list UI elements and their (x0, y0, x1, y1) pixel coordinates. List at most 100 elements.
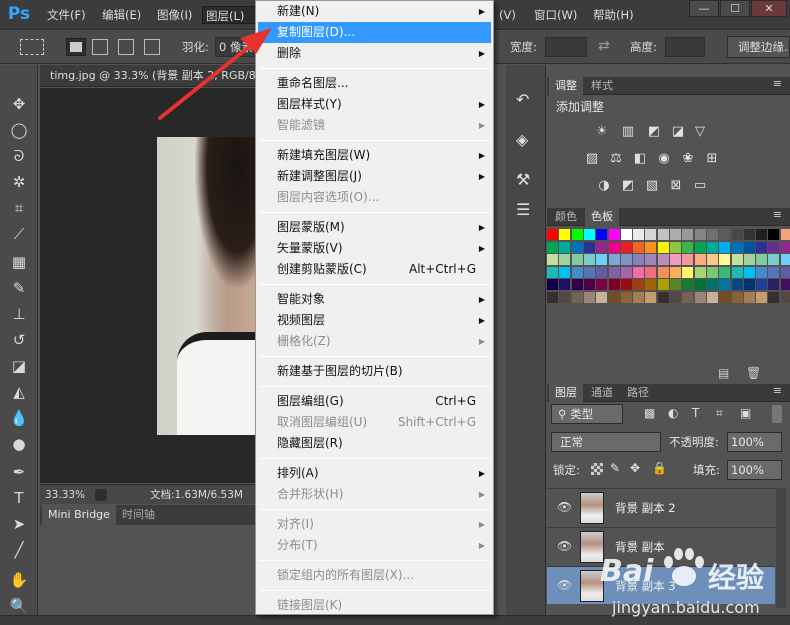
lock-transparent-icon[interactable] (591, 463, 603, 475)
tab-paths[interactable]: 路径 (621, 384, 655, 402)
posterize-icon[interactable]: ◩ (620, 178, 636, 194)
swatch[interactable] (682, 241, 694, 253)
swatch[interactable] (706, 266, 718, 278)
swatch[interactable] (583, 229, 595, 240)
swatch[interactable] (731, 279, 743, 290)
swatch[interactable] (559, 291, 571, 303)
fill-input[interactable]: 100% (727, 460, 782, 480)
tab-channels[interactable]: 通道 (585, 384, 619, 402)
swatch[interactable] (694, 266, 706, 278)
swatch[interactable] (719, 291, 731, 303)
swatch[interactable] (571, 266, 583, 278)
swatch[interactable] (719, 279, 731, 290)
swatch[interactable] (706, 291, 718, 303)
swatch[interactable] (670, 241, 681, 253)
delete-swatch-icon[interactable]: 🗑 (746, 366, 761, 380)
layers-menu-icon[interactable]: ≡ (773, 384, 782, 397)
swatch[interactable] (657, 229, 669, 240)
swatch[interactable] (780, 241, 790, 253)
swatch[interactable] (547, 241, 558, 253)
swatch[interactable] (743, 279, 755, 290)
vibrance-icon[interactable]: ▨ (584, 151, 600, 167)
refine-edge-button[interactable]: 调整边缘... (727, 36, 790, 58)
swatch[interactable] (694, 241, 706, 253)
menu-item[interactable]: 创建剪贴蒙版(C) Alt+Ctrl+G (258, 259, 491, 280)
swap-icon[interactable]: ⇄ (598, 38, 610, 54)
menu-item[interactable]: 重命名图层... (258, 73, 491, 94)
swatch[interactable] (780, 254, 790, 265)
swatch[interactable] (645, 279, 657, 290)
swatch[interactable] (706, 254, 718, 265)
menu-item[interactable]: 智能对象 ▶ (258, 289, 491, 310)
swatch[interactable] (633, 229, 645, 240)
swatch[interactable] (633, 291, 645, 303)
lock-all-icon[interactable]: 🔒 (652, 461, 667, 475)
swatch[interactable] (731, 291, 743, 303)
swatch[interactable] (571, 279, 583, 290)
swatch[interactable] (583, 266, 595, 278)
swatch[interactable] (596, 291, 608, 303)
visibility-eye-icon[interactable]: 👁 (557, 578, 572, 592)
menu-image[interactable]: 图像(I) (154, 6, 195, 24)
swatch[interactable] (633, 241, 645, 253)
lasso-icon[interactable]: ᘐ (8, 145, 30, 167)
lock-position-icon[interactable]: ✥ (630, 461, 640, 475)
status-info-icon[interactable] (95, 489, 107, 501)
filter-pixel-icon[interactable]: ▩ (644, 406, 655, 420)
swatch[interactable] (645, 254, 657, 265)
swatch[interactable] (731, 254, 743, 265)
maximize-button[interactable]: ☐ (720, 0, 750, 17)
new-swatch-icon[interactable]: ▤ (718, 366, 729, 380)
tab-adjustments[interactable]: 调整 (549, 77, 583, 95)
swatch[interactable] (657, 266, 669, 278)
pen-icon[interactable]: ✒ (8, 461, 30, 483)
panel-menu-icon[interactable]: ≡ (773, 77, 782, 90)
menu-view[interactable]: (V) (496, 6, 519, 24)
tab-color[interactable]: 颜色 (549, 208, 583, 226)
eyedropper-icon[interactable]: ⟋ (8, 223, 30, 245)
tool-presets-icon[interactable]: ⚒ (516, 170, 530, 189)
menu-item[interactable]: 视频图层 ▶ (258, 310, 491, 331)
swatch[interactable] (571, 229, 583, 240)
swatch[interactable] (756, 254, 768, 265)
photo-filter-icon[interactable]: ◉ (656, 151, 672, 167)
swatch[interactable] (657, 291, 669, 303)
menu-item[interactable]: 隐藏图层(R) (258, 433, 491, 454)
levels-icon[interactable]: ▥ (620, 124, 636, 140)
history-panel-icon[interactable]: ↶ (516, 90, 529, 109)
swatch[interactable] (596, 266, 608, 278)
zoom-tool-icon[interactable]: 🔍 (8, 595, 30, 617)
move-tool-icon[interactable]: ✥ (8, 93, 30, 115)
menu-item[interactable]: 图层编组(G) Ctrl+G (258, 391, 491, 412)
blend-mode-select[interactable]: 正常 (551, 432, 661, 452)
eraser-icon[interactable]: ◪ (8, 355, 30, 377)
swatch[interactable] (645, 229, 657, 240)
menu-file[interactable]: 文件(F) (44, 6, 89, 24)
swatch[interactable] (571, 254, 583, 265)
swatch[interactable] (670, 229, 681, 240)
swatch[interactable] (743, 254, 755, 265)
properties-panel-icon[interactable]: ☰ (516, 200, 530, 219)
swatch[interactable] (780, 229, 790, 240)
menu-item[interactable]: 排列(A) ▶ (258, 463, 491, 484)
swatch[interactable] (719, 254, 731, 265)
swatch[interactable] (768, 279, 780, 290)
subtract-selection-icon[interactable] (118, 39, 134, 55)
tab-swatches[interactable]: 色板 (585, 208, 619, 226)
menu-item[interactable]: 图层样式(Y) ▶ (258, 94, 491, 115)
swatch[interactable] (756, 266, 768, 278)
tab-styles[interactable]: 样式 (585, 77, 619, 95)
swatch[interactable] (731, 266, 743, 278)
swatch[interactable] (657, 254, 669, 265)
swatch[interactable] (608, 241, 620, 253)
swatch[interactable] (694, 229, 706, 240)
swatch[interactable] (559, 254, 571, 265)
swatch[interactable] (768, 291, 780, 303)
swatch[interactable] (596, 241, 608, 253)
swatch[interactable] (682, 266, 694, 278)
swatch[interactable] (583, 279, 595, 290)
swatch[interactable] (706, 279, 718, 290)
healing-brush-icon[interactable]: ▦ (8, 251, 30, 273)
menu-item[interactable]: 新建基于图层的切片(B) (258, 361, 491, 382)
layer-filter-select[interactable]: ⚲ 类型 (551, 404, 623, 424)
